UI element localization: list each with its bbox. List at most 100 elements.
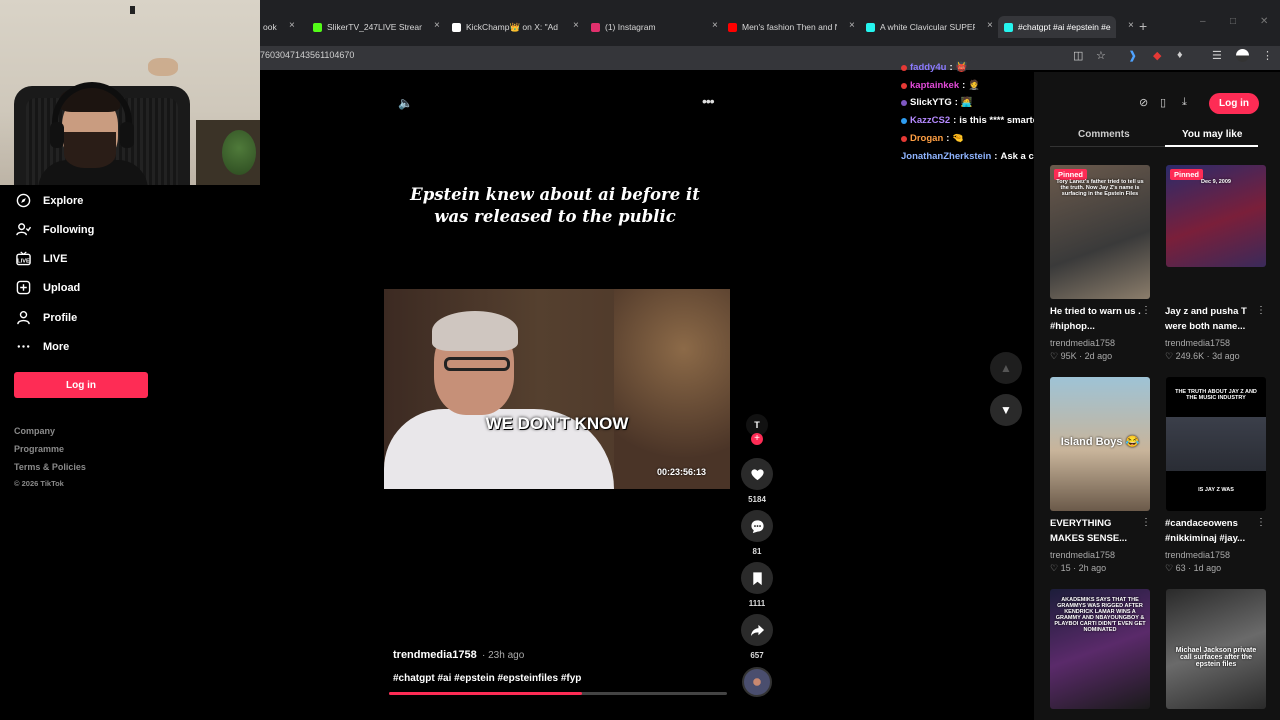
sidebar-item-label: Upload bbox=[43, 281, 81, 294]
tab-title: #chatgpt #ai #epstein #e bbox=[1018, 22, 1111, 32]
download-icon[interactable]: ⤓ bbox=[1182, 96, 1187, 109]
sidebar-item-following[interactable]: Following bbox=[16, 222, 94, 237]
comment-bubble-icon bbox=[750, 519, 764, 533]
video-timestamp: 00:23:56:13 bbox=[657, 467, 707, 477]
comment-button[interactable] bbox=[741, 510, 773, 542]
card-username[interactable]: trendmedia1758 bbox=[1165, 550, 1230, 560]
sidebar-item-profile[interactable]: Profile bbox=[16, 310, 77, 325]
thumbnail-text: Michael Jackson private call surfaces af… bbox=[1175, 647, 1257, 668]
video-player[interactable] bbox=[384, 289, 730, 489]
browser-tab[interactable]: SlikerTV_247LIVE Stream bbox=[307, 16, 422, 38]
video-thumbnail[interactable]: Island Boys 😂 bbox=[1050, 377, 1150, 511]
adblock-icon[interactable]: ◆ bbox=[1153, 49, 1161, 62]
browser-tab[interactable]: KickChamp👑 on X: "Ad bbox=[446, 16, 561, 38]
share-arrow-icon bbox=[750, 624, 764, 636]
follow-plus-icon[interactable]: + bbox=[751, 433, 763, 445]
maximize-icon[interactable]: □ bbox=[1230, 16, 1236, 27]
share-button[interactable] bbox=[741, 614, 773, 646]
browser-tab[interactable]: (1) Instagram bbox=[585, 16, 700, 38]
sidebar-item-more[interactable]: More bbox=[16, 339, 69, 354]
tab-title: ooki bbox=[263, 22, 277, 32]
tab-you-may-like[interactable]: You may like bbox=[1182, 129, 1242, 140]
heart-icon bbox=[750, 468, 764, 480]
author-username[interactable]: trendmedia1758 bbox=[393, 649, 477, 661]
login-button[interactable]: Log in bbox=[14, 372, 148, 398]
browser-tab[interactable]: #chatgpt #ai #epstein #e bbox=[998, 16, 1116, 38]
tab-favicon-icon bbox=[452, 22, 461, 32]
browser-tab[interactable]: Men's fashion Then and N bbox=[722, 16, 837, 38]
window-close-icon[interactable]: ✕ bbox=[1260, 16, 1268, 27]
header-login-button[interactable]: Log in bbox=[1209, 93, 1259, 114]
media-control-icon[interactable]: ☰ bbox=[1212, 49, 1222, 62]
card-username[interactable]: trendmedia1758 bbox=[1050, 338, 1115, 348]
card-more-icon[interactable]: ⋮ bbox=[1141, 517, 1151, 528]
previous-video-button[interactable]: ▲ bbox=[990, 352, 1022, 384]
sidebar-item-label: More bbox=[43, 340, 70, 353]
tab-comments[interactable]: Comments bbox=[1078, 129, 1130, 140]
browser-profile-avatar[interactable] bbox=[1236, 49, 1249, 62]
card-more-icon[interactable]: ⋮ bbox=[1141, 305, 1151, 316]
bookmark-star-icon[interactable]: ☆ bbox=[1096, 49, 1106, 62]
video-thumbnail[interactable]: THE TRUTH ABOUT JAY Z AND THE MUSIC INDU… bbox=[1166, 377, 1266, 511]
card-more-icon[interactable]: ⋮ bbox=[1256, 305, 1266, 316]
card-title[interactable]: Jay z and pusha T were both name... bbox=[1165, 304, 1261, 334]
extensions-puzzle-icon[interactable]: ♦ bbox=[1177, 49, 1183, 61]
footer-link-terms[interactable]: Terms & Policies bbox=[14, 462, 86, 472]
next-video-button[interactable]: ▼ bbox=[990, 394, 1022, 426]
tab-close-icon[interactable]: × bbox=[434, 20, 440, 31]
browser-tab[interactable]: ooki bbox=[257, 16, 277, 38]
chevron-up-icon: ▲ bbox=[1000, 361, 1012, 375]
chat-separator: : bbox=[994, 151, 998, 162]
sound-disc[interactable] bbox=[742, 667, 772, 697]
sidebar-item-live[interactable]: LIVE LIVE bbox=[16, 251, 67, 266]
footer-link-company[interactable]: Company bbox=[14, 426, 55, 436]
footer-link-programme[interactable]: Programme bbox=[14, 444, 64, 454]
thumbnail-text: IS JAY Z WAS bbox=[1198, 487, 1234, 493]
video-hashtags[interactable]: #chatgpt #ai #epstein #epsteinfiles #fyp bbox=[393, 673, 581, 684]
volume-icon[interactable]: 🔈 bbox=[398, 96, 413, 110]
extension-icon[interactable]: ❱ bbox=[1128, 49, 1137, 62]
browser-menu-icon[interactable]: ⋮ bbox=[1262, 49, 1273, 62]
install-app-icon[interactable]: ◫ bbox=[1073, 49, 1083, 62]
comment-count: 81 bbox=[752, 547, 762, 556]
bookmark-icon bbox=[752, 571, 762, 585]
tab-close-icon[interactable]: × bbox=[289, 20, 295, 31]
sidebar-item-label: Explore bbox=[43, 194, 84, 207]
video-thumbnail[interactable]: Michael Jackson private call surfaces af… bbox=[1166, 589, 1266, 709]
coin-icon[interactable]: ⊘ bbox=[1139, 96, 1148, 109]
tab-close-icon[interactable]: × bbox=[573, 20, 579, 31]
sidebar-item-upload[interactable]: Upload bbox=[16, 280, 80, 295]
card-username[interactable]: trendmedia1758 bbox=[1165, 338, 1230, 348]
mobile-app-icon[interactable]: ▯ bbox=[1160, 96, 1166, 109]
chat-message: Drogan: 🤏 bbox=[901, 133, 964, 144]
copyright-text: © 2026 TikTok bbox=[14, 479, 64, 488]
card-title[interactable]: #candaceowens #nikkiminaj #jay... bbox=[1165, 516, 1261, 546]
video-thumbnail[interactable]: Pinned Tory Lanez's father tried to tell … bbox=[1050, 165, 1150, 299]
chat-separator: : bbox=[946, 133, 950, 144]
like-button[interactable] bbox=[741, 458, 773, 490]
video-thumbnail[interactable]: AKADEMIKS SAYS THAT THE GRAMMYS WAS RIGG… bbox=[1050, 589, 1150, 709]
chat-badge-icon bbox=[901, 117, 907, 124]
tab-close-icon[interactable]: × bbox=[1128, 20, 1134, 31]
browser-tab[interactable]: A white Clavicular SUPER bbox=[860, 16, 975, 38]
more-options-icon[interactable]: ••• bbox=[702, 93, 715, 109]
card-title[interactable]: EVERYTHING MAKES SENSE... bbox=[1050, 516, 1146, 546]
card-username[interactable]: trendmedia1758 bbox=[1050, 550, 1115, 560]
new-tab-button[interactable]: + bbox=[1139, 18, 1147, 34]
tab-close-icon[interactable]: × bbox=[987, 20, 993, 31]
video-subtitle: WE DON'T KNOW bbox=[485, 414, 629, 433]
sidebar-item-explore[interactable]: Explore bbox=[16, 193, 83, 208]
video-progress-bar[interactable] bbox=[389, 692, 727, 695]
save-button[interactable] bbox=[741, 562, 773, 594]
save-count: 1111 bbox=[748, 599, 766, 608]
chat-message: SlickYTG: 🧑‍💻 bbox=[901, 97, 973, 108]
card-title[interactable]: He tried to warn us . #hiphop... bbox=[1050, 304, 1146, 334]
video-thumbnail[interactable]: Pinned Dec 9, 2009 bbox=[1166, 165, 1266, 267]
thumbnail-text: Dec 9, 2009 bbox=[1201, 179, 1231, 185]
url-text[interactable]: 7603047143561104670 bbox=[260, 50, 354, 60]
tab-close-icon[interactable]: × bbox=[712, 20, 718, 31]
minimize-icon[interactable]: – bbox=[1200, 16, 1206, 27]
card-more-icon[interactable]: ⋮ bbox=[1256, 517, 1266, 528]
tab-title: KickChamp👑 on X: "Ad bbox=[466, 21, 559, 32]
tab-close-icon[interactable]: × bbox=[849, 20, 855, 31]
